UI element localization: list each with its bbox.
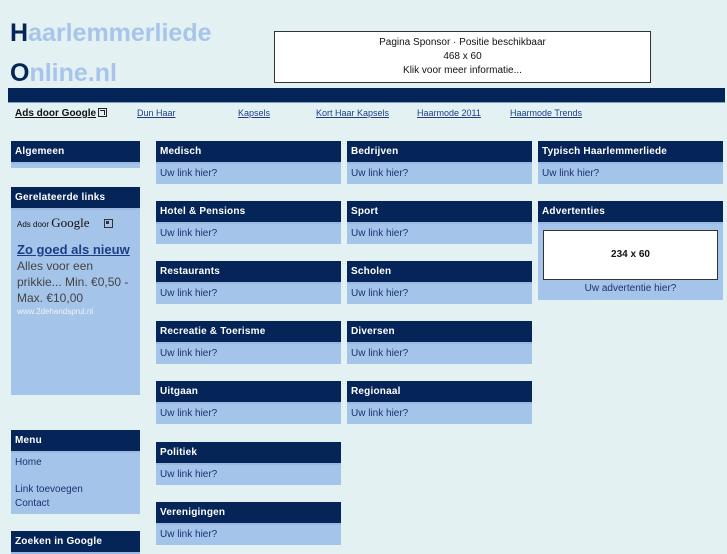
ad-link-haarmode-2011[interactable]: Haarmode 2011 xyxy=(417,108,481,118)
logo-cap-o: O xyxy=(10,59,30,87)
category-hotel-pensions: Hotel & Pensions Uw link hier? xyxy=(156,201,341,244)
category-title: Verenigingen xyxy=(156,502,341,525)
algemeen-body xyxy=(11,164,140,168)
category-verenigingen: Verenigingen Uw link hier? xyxy=(156,502,341,545)
category-link[interactable]: Uw link hier? xyxy=(156,344,341,364)
category-title: Recreatie & Toerisme xyxy=(156,321,341,344)
google-ads-header[interactable]: Ads door Google xyxy=(17,216,134,232)
google-search-box: Zoeken in Google xyxy=(11,531,140,554)
advertenties-body: 234 x 60 Uw advertentie hier? xyxy=(538,224,723,300)
sponsor-banner[interactable]: Pagina Sponsor · Positie beschikbaar 468… xyxy=(274,31,651,83)
category-link[interactable]: Uw link hier? xyxy=(156,465,341,485)
algemeen-box: Algemeen xyxy=(11,141,140,168)
ad-choices-icon xyxy=(103,219,113,228)
category-title: Regionaal xyxy=(347,381,532,404)
category-link[interactable]: Uw link hier? xyxy=(156,404,341,424)
category-uitgaan: Uitgaan Uw link hier? xyxy=(156,381,341,424)
category-title: Uitgaan xyxy=(156,381,341,404)
category-title: Politiek xyxy=(156,442,341,465)
logo-text-1: aarlemmerliede xyxy=(28,19,212,47)
ads-by-google-label[interactable]: Ads door Google xyxy=(15,108,108,119)
related-links-box: Gerelateerde links Ads door Google Zo go… xyxy=(11,187,140,395)
category-sport: Sport Uw link hier? xyxy=(347,201,532,244)
category-typisch-haarlemmerliede: Typisch Haarlemmerliede Uw link hier? xyxy=(538,141,723,184)
category-diversen: Diversen Uw link hier? xyxy=(347,321,532,364)
advertenties-title: Advertenties xyxy=(538,201,723,224)
category-link[interactable]: Uw link hier? xyxy=(156,164,341,184)
ads-label-text: Ads door Google xyxy=(15,108,97,119)
menu-box: Menu Home Link toevoegen Contact xyxy=(11,430,140,514)
google-ad-text: Alles voor een prikkie... Min. €0,50 - M… xyxy=(17,259,129,305)
google-search-title: Zoeken in Google xyxy=(11,531,140,554)
google-logo: Google xyxy=(51,215,90,230)
google-ad-title[interactable]: Zo goed als nieuw xyxy=(17,242,134,258)
menu-item-link-toevoegen[interactable]: Link toevoegen xyxy=(15,483,136,497)
nav-bar xyxy=(8,88,725,103)
sponsor-info: Klik voor meer informatie... xyxy=(403,65,522,76)
category-politiek: Politiek Uw link hier? xyxy=(156,442,341,485)
category-link[interactable]: Uw link hier? xyxy=(347,284,532,304)
category-link[interactable]: Uw link hier? xyxy=(156,525,341,545)
ad-placeholder-234x60[interactable]: 234 x 60 xyxy=(543,230,718,280)
category-link[interactable]: Uw link hier? xyxy=(347,164,532,184)
category-link[interactable]: Uw link hier? xyxy=(347,404,532,424)
ads-door-text: Ads door xyxy=(17,220,50,229)
external-link-icon xyxy=(98,108,108,117)
category-title: Restaurants xyxy=(156,261,341,284)
related-links-body: Ads door Google Zo goed als nieuw Alles … xyxy=(11,210,140,395)
category-title: Typisch Haarlemmerliede xyxy=(538,141,723,164)
category-link[interactable]: Uw link hier? xyxy=(156,224,341,244)
category-title: Diversen xyxy=(347,321,532,344)
menu-body: Home Link toevoegen Contact xyxy=(11,453,140,514)
category-link[interactable]: Uw link hier? xyxy=(156,284,341,304)
ad-link-kapsels[interactable]: Kapsels xyxy=(238,108,270,118)
category-bedrijven: Bedrijven Uw link hier? xyxy=(347,141,532,184)
category-restaurants: Restaurants Uw link hier? xyxy=(156,261,341,304)
logo-cap-h: H xyxy=(10,19,29,47)
sponsor-line-1: Pagina Sponsor · Positie beschikbaar xyxy=(379,37,546,48)
google-ad-url[interactable]: www.2dehandsprul.nl xyxy=(17,306,134,318)
category-title: Hotel & Pensions xyxy=(156,201,341,224)
advertenties-box: Advertenties 234 x 60 Uw advertentie hie… xyxy=(538,201,723,300)
category-regionaal: Regionaal Uw link hier? xyxy=(347,381,532,424)
site-logo[interactable]: Haarlemmerliede Online.nl xyxy=(10,13,212,93)
category-title: Bedrijven xyxy=(347,141,532,164)
category-link[interactable]: Uw link hier? xyxy=(347,344,532,364)
menu-item-home[interactable]: Home xyxy=(15,456,136,470)
related-links-title: Gerelateerde links xyxy=(11,187,140,210)
category-medisch: Medisch Uw link hier? xyxy=(156,141,341,184)
logo-text-2: nline.nl xyxy=(29,59,117,87)
category-title: Scholen xyxy=(347,261,532,284)
ad-link-haarmode-trends[interactable]: Haarmode Trends xyxy=(510,108,582,118)
menu-title: Menu xyxy=(11,430,140,453)
category-title: Medisch xyxy=(156,141,341,164)
sponsor-size: 468 x 60 xyxy=(443,51,482,62)
menu-item-contact[interactable]: Contact xyxy=(15,497,136,511)
category-recreatie-toerisme: Recreatie & Toerisme Uw link hier? xyxy=(156,321,341,364)
category-title: Sport xyxy=(347,201,532,224)
ad-link-kort-haar-kapsels[interactable]: Kort Haar Kapsels xyxy=(316,108,389,118)
category-scholen: Scholen Uw link hier? xyxy=(347,261,532,304)
algemeen-title: Algemeen xyxy=(11,141,140,164)
ad-link-dun-haar[interactable]: Dun Haar xyxy=(137,108,176,118)
category-link[interactable]: Uw link hier? xyxy=(538,164,723,184)
advertise-here-link[interactable]: Uw advertentie hier? xyxy=(542,282,719,296)
category-link[interactable]: Uw link hier? xyxy=(347,224,532,244)
